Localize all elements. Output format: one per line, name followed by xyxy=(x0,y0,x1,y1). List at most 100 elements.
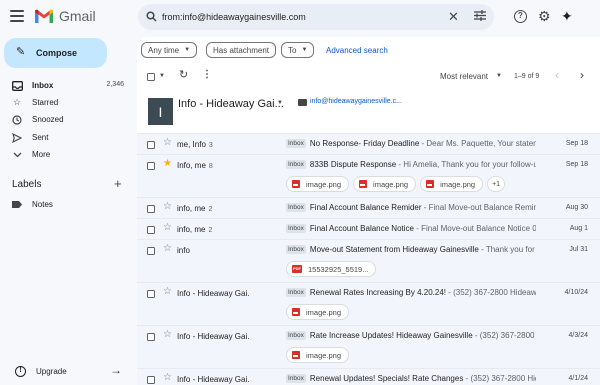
attachment-chip[interactable]: PDF 15532925_5519... xyxy=(286,261,377,277)
star-icon[interactable]: ☆ xyxy=(163,202,172,212)
arrow-right-icon: → xyxy=(110,363,122,377)
email-row[interactable]: ☆ Info - Hideaway Gai. Inbox Renewal Upda… xyxy=(137,368,600,385)
inbox-badge: Inbox xyxy=(286,245,306,254)
attachment-chip[interactable]: image.png xyxy=(353,176,417,192)
compose-button[interactable]: ✎ Compose xyxy=(4,38,107,68)
sidebar-item-label: Starred xyxy=(32,98,59,107)
thread-count: 8 xyxy=(208,163,213,170)
sidebar-label-notes[interactable]: Notes xyxy=(0,196,130,213)
sidebar-item-more[interactable]: More xyxy=(0,146,130,163)
image-file-icon xyxy=(292,351,300,359)
email-date: 4/10/24 xyxy=(564,289,588,296)
inbox-badge: Inbox xyxy=(286,203,306,212)
email-row[interactable]: ☆ info, me 2 Inbox Final Account Balance R… xyxy=(137,197,600,218)
clear-search-icon[interactable]: ✕ xyxy=(448,10,459,23)
email-sender: info, me 2 xyxy=(177,225,213,234)
main-menu-icon[interactable] xyxy=(10,10,24,22)
upgrade-button[interactable]: ! Upgrade → xyxy=(0,362,130,382)
contact-email[interactable]: info@hideawaygainesville.c... xyxy=(310,98,402,105)
row-checkbox[interactable] xyxy=(147,141,155,149)
email-row[interactable]: ☆ Info - Hideaway Gai. Inbox Renewal Rate… xyxy=(137,282,600,325)
search-bar[interactable] xyxy=(138,4,494,30)
search-icon[interactable] xyxy=(146,11,157,22)
attachment-row: image.png image.png image.png +1 xyxy=(286,176,506,192)
filter-label: To xyxy=(288,45,297,55)
star-icon[interactable]: ☆ xyxy=(163,287,172,297)
email-sender: Info, me 8 xyxy=(177,161,213,170)
to-filter[interactable]: To ▼ xyxy=(281,42,315,58)
attachment-row: image.png xyxy=(286,304,350,320)
sidebar-item-label: Snoozed xyxy=(32,115,64,124)
sidebar-item-sent[interactable]: Sent xyxy=(0,129,130,146)
email-date: Aug 30 xyxy=(565,204,588,211)
email-row[interactable]: ☆ info, me 2 Inbox Final Account Balance N… xyxy=(137,218,600,239)
row-checkbox[interactable] xyxy=(147,205,155,213)
search-input[interactable] xyxy=(162,8,442,26)
filter-label: Any time xyxy=(148,45,180,55)
sidebar-item-starred[interactable]: ☆ Starred xyxy=(0,94,130,111)
row-checkbox[interactable] xyxy=(147,226,155,234)
email-row[interactable]: ★ Info, me 8 Inbox 833B Dispute Response -… xyxy=(137,154,600,197)
inbox-badge: Inbox xyxy=(286,331,306,340)
thread-count: 3 xyxy=(208,142,213,149)
sidebar-item-snoozed[interactable]: Snoozed xyxy=(0,111,130,128)
sort-dropdown[interactable]: Most relevant xyxy=(440,72,488,81)
row-checkbox[interactable] xyxy=(147,376,155,384)
more-options-icon[interactable]: ⋮ xyxy=(202,70,212,80)
unread-count: 2,346 xyxy=(106,81,124,88)
select-menu-caret-icon[interactable]: ▼ xyxy=(159,73,165,79)
contact-name[interactable]: Info - Hideaway Gai... xyxy=(178,98,284,110)
has-attachment-filter[interactable]: Has attachment xyxy=(206,42,277,58)
email-subject-line: Inbox Renewal Rates Increasing By 4.20.24… xyxy=(286,288,536,297)
email-subject-line: Inbox 833B Dispute Response - Hi Amelia, … xyxy=(286,160,536,169)
attachment-chip[interactable]: image.png xyxy=(286,176,350,192)
email-row[interactable]: ☆ info Inbox Move-out Statement from Hide… xyxy=(137,239,600,282)
gmail-logo[interactable]: Gmail xyxy=(34,8,96,24)
email-subject-line: Inbox Final Account Balance Remider - Fin… xyxy=(286,203,536,212)
row-checkbox[interactable] xyxy=(147,247,155,255)
row-checkbox[interactable] xyxy=(147,290,155,298)
caret-down-icon[interactable]: ▼ xyxy=(496,73,502,79)
attachment-row: image.png xyxy=(286,347,350,363)
add-label-icon[interactable]: + xyxy=(114,177,122,190)
list-toolbar: ▼ ↻ ⋮ Most relevant ▼ 1–9 of 9 ‹ › xyxy=(137,68,600,86)
star-icon[interactable]: ☆ xyxy=(163,330,172,340)
star-icon[interactable]: ☆ xyxy=(163,244,172,254)
select-all-checkbox[interactable] xyxy=(147,73,155,81)
chevron-left-icon[interactable]: ‹ xyxy=(555,69,559,81)
inbox-badge: Inbox xyxy=(286,160,306,169)
email-sender: info xyxy=(177,246,190,255)
app-name: Gmail xyxy=(59,8,96,24)
email-date: Sep 18 xyxy=(565,140,588,147)
settings-gear-icon[interactable]: ⚙ xyxy=(538,9,551,23)
labels-heading: Labels xyxy=(12,179,42,190)
sidebar-item-inbox[interactable]: Inbox 2,346 xyxy=(0,77,130,94)
gemini-sparkle-icon[interactable]: ✦ xyxy=(561,9,573,23)
more-attachments-chip[interactable]: +1 xyxy=(487,176,506,192)
attachment-chip[interactable]: image.png xyxy=(286,304,350,320)
filter-label: Has attachment xyxy=(213,45,270,55)
caret-down-icon[interactable]: ▼ xyxy=(277,100,283,106)
top-bar: Gmail ✕ ? ⚙ ✦ xyxy=(0,0,600,34)
search-options-icon[interactable] xyxy=(474,10,486,21)
gmail-m-icon xyxy=(35,9,53,23)
email-row[interactable]: ☆ Info - Hideaway Gai. Inbox Rate Increas… xyxy=(137,325,600,368)
any-time-filter[interactable]: Any time ▼ xyxy=(141,42,198,58)
star-icon[interactable]: ☆ xyxy=(163,223,172,233)
star-icon[interactable]: ☆ xyxy=(163,373,172,383)
refresh-icon[interactable]: ↻ xyxy=(179,70,188,81)
chevron-right-icon[interactable]: › xyxy=(580,69,584,81)
star-icon[interactable]: ☆ xyxy=(163,138,172,148)
image-file-icon xyxy=(292,308,300,316)
attachment-chip[interactable]: image.png xyxy=(420,176,484,192)
advanced-search-link[interactable]: Advanced search xyxy=(326,46,388,55)
email-sender: Info - Hideaway Gai. xyxy=(177,332,250,341)
email-sender: Info - Hideaway Gai. xyxy=(177,375,250,384)
email-row[interactable]: ☆ me, Info 3 Inbox No Response- Friday Dea… xyxy=(137,133,600,154)
row-checkbox[interactable] xyxy=(147,162,155,170)
row-checkbox[interactable] xyxy=(147,333,155,341)
sidebar-item-label: Notes xyxy=(32,200,53,209)
help-icon[interactable]: ? xyxy=(514,10,527,23)
star-filled-icon[interactable]: ★ xyxy=(163,159,172,169)
attachment-chip[interactable]: image.png xyxy=(286,347,350,363)
